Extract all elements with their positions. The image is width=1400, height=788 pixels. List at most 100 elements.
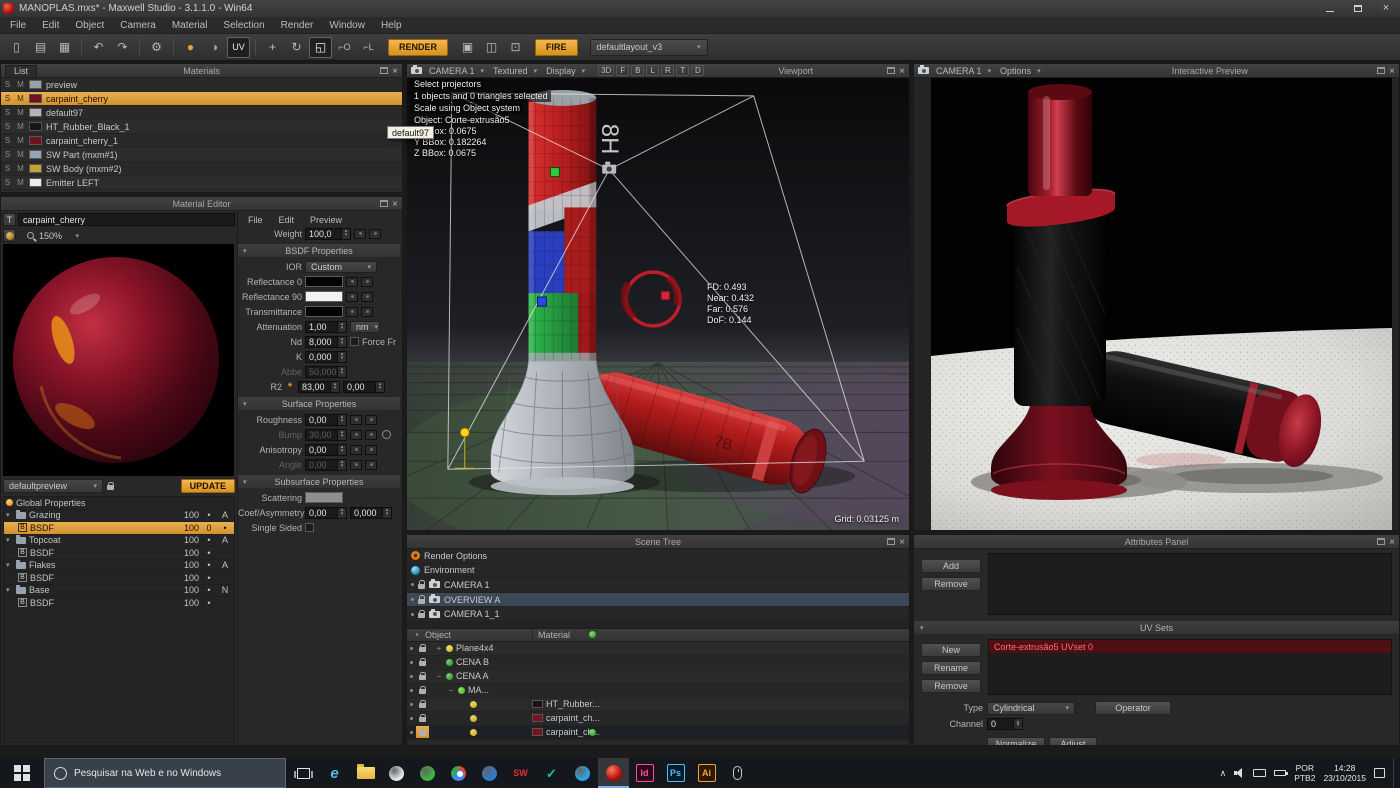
float-panel-icon[interactable] bbox=[887, 538, 895, 545]
layout-dropdown[interactable]: defaultlayout_v3 bbox=[590, 39, 708, 56]
anisotropy-texture-icon[interactable] bbox=[350, 445, 362, 455]
rotate-tool-icon[interactable]: ↻ bbox=[285, 37, 308, 58]
close-panel-icon[interactable] bbox=[1389, 66, 1395, 76]
green-app-icon[interactable] bbox=[412, 758, 443, 788]
scene-tree-item[interactable]: CAMERA 1 bbox=[407, 578, 909, 593]
float-panel-icon[interactable] bbox=[1377, 67, 1385, 74]
preview-ball-icon[interactable] bbox=[3, 229, 16, 242]
menu-edit[interactable]: Edit bbox=[34, 19, 67, 32]
uv-editor-icon[interactable]: UV bbox=[227, 37, 250, 58]
view-button-l[interactable]: L bbox=[646, 65, 659, 76]
solidworks-icon[interactable]: SW bbox=[505, 758, 536, 788]
viewport-canvas[interactable]: 7B bbox=[407, 78, 909, 530]
material-item[interactable]: SMcarpaint_cherry bbox=[1, 92, 402, 106]
scene-object-row[interactable]: −MA... bbox=[407, 684, 909, 698]
reflectance90-color-swatch[interactable] bbox=[305, 291, 343, 302]
lock-icon[interactable] bbox=[418, 613, 425, 618]
expander-icon[interactable]: + bbox=[435, 644, 443, 653]
selection-handle-red[interactable] bbox=[661, 291, 670, 300]
view-button-d[interactable]: D bbox=[691, 65, 704, 76]
scattering-color-swatch[interactable] bbox=[305, 492, 343, 503]
clock[interactable]: 14:28 23/10/2015 bbox=[1323, 763, 1366, 783]
layer-row[interactable]: Global Properties bbox=[4, 497, 234, 510]
lock-icon[interactable] bbox=[419, 675, 426, 680]
transmittance-texture-icon[interactable] bbox=[346, 307, 358, 317]
menu-render[interactable]: Render bbox=[273, 19, 322, 32]
lock-icon[interactable] bbox=[418, 584, 425, 589]
viewport-camera-dropdown[interactable]: CAMERA 1 bbox=[427, 66, 486, 76]
open-scene-icon[interactable]: ▤ bbox=[29, 37, 52, 58]
transmittance-color-swatch[interactable] bbox=[305, 306, 343, 317]
start-button[interactable] bbox=[0, 758, 44, 788]
lock-icon[interactable] bbox=[419, 717, 426, 722]
keyboard-icon[interactable] bbox=[1253, 769, 1266, 777]
r2-stepper2[interactable] bbox=[375, 382, 384, 392]
action-center-icon[interactable] bbox=[1374, 768, 1385, 778]
selection-handle-green[interactable] bbox=[550, 168, 559, 177]
material-item[interactable]: SMEmitter LEFT bbox=[1, 176, 402, 190]
layer-row[interactable]: BBSDF100• bbox=[4, 547, 234, 560]
attenuation-input[interactable]: 1,00 bbox=[306, 322, 337, 332]
redo-icon[interactable]: ↷ bbox=[111, 37, 134, 58]
menu-object[interactable]: Object bbox=[67, 19, 112, 32]
float-panel-icon[interactable] bbox=[887, 67, 895, 74]
anisotropy-stepper[interactable] bbox=[337, 445, 346, 455]
material-item[interactable]: SMpreview bbox=[1, 78, 402, 92]
language-indicator[interactable]: POR PTB2 bbox=[1294, 763, 1315, 783]
pivot-local-icon[interactable]: ⌐L bbox=[357, 37, 380, 58]
zoom-dropdown[interactable]: 150% bbox=[39, 231, 79, 241]
new-scene-icon[interactable]: ▯ bbox=[5, 37, 28, 58]
reflectance0-color-swatch[interactable] bbox=[305, 276, 343, 287]
layer-row[interactable]: ▾Flakes100•A bbox=[4, 560, 234, 573]
bump-input[interactable]: 30,00 bbox=[306, 430, 337, 440]
undo-icon[interactable]: ↶ bbox=[87, 37, 110, 58]
bump-texture2-icon[interactable] bbox=[365, 430, 377, 440]
move-tool-icon[interactable]: + bbox=[261, 37, 284, 58]
render-viewport-icon[interactable]: ⊡ bbox=[504, 37, 527, 58]
ior-dropdown[interactable]: Custom bbox=[305, 261, 377, 273]
layer-row[interactable]: ▾Grazing100•A bbox=[4, 510, 234, 523]
r2-input2[interactable]: 0,00 bbox=[344, 382, 375, 392]
show-desktop-button[interactable] bbox=[1393, 758, 1398, 788]
material-item[interactable]: SMSW Part (mxm#1) bbox=[1, 148, 402, 162]
reflectance0-texture-icon[interactable] bbox=[346, 277, 358, 287]
lock-icon[interactable] bbox=[419, 647, 426, 652]
asymmetry-input[interactable]: 0,000 bbox=[351, 508, 382, 518]
menu-help[interactable]: Help bbox=[373, 19, 410, 32]
selection-handle-blue[interactable] bbox=[537, 297, 546, 306]
pivot-object-icon[interactable]: ⌐O bbox=[333, 37, 356, 58]
layer-row[interactable]: BBSDF100• bbox=[4, 597, 234, 610]
attenuation-unit-dropdown[interactable]: nm bbox=[350, 321, 380, 333]
reflectance0-texture2-icon[interactable] bbox=[361, 277, 373, 287]
expander-icon[interactable]: ▾ bbox=[6, 511, 13, 519]
menu-material[interactable]: Material bbox=[164, 19, 216, 32]
import-scene-icon[interactable]: ▦ bbox=[53, 37, 76, 58]
scene-tree-item[interactable]: Render Options bbox=[407, 549, 909, 564]
attenuation-stepper[interactable] bbox=[337, 322, 346, 332]
material-item[interactable]: SMSW Body (mxm#2) bbox=[1, 162, 402, 176]
view-button-b[interactable]: B bbox=[631, 65, 644, 76]
task-view-icon[interactable] bbox=[288, 758, 319, 788]
scene-object-row[interactable]: CENA B bbox=[407, 656, 909, 670]
asymmetry-stepper[interactable] bbox=[382, 508, 391, 518]
r2-input[interactable]: 83,00 bbox=[299, 382, 330, 392]
roughness-texture-icon[interactable] bbox=[350, 415, 362, 425]
menu-window[interactable]: Window bbox=[321, 19, 373, 32]
subsurface-section-header[interactable]: Subsurface Properties bbox=[238, 475, 400, 488]
bsdf-section-header[interactable]: BSDF Properties bbox=[238, 244, 400, 257]
transmittance-texture2-icon[interactable] bbox=[361, 307, 373, 317]
layer-row[interactable]: BBSDF1000• bbox=[4, 522, 234, 535]
view-button-3d[interactable]: 3D bbox=[598, 65, 614, 76]
material-editor-menu-edit[interactable]: Edit bbox=[271, 215, 303, 225]
scale-tool-icon[interactable]: ◱ bbox=[309, 37, 332, 58]
expander-icon[interactable]: − bbox=[447, 686, 455, 695]
scene-object-row[interactable]: −CENA A bbox=[407, 670, 909, 684]
material-name-input[interactable]: carpaint_cherry bbox=[18, 213, 235, 226]
scene-object-row[interactable]: HT_Rubber... bbox=[407, 698, 909, 712]
material-item[interactable]: SMdefault97 bbox=[1, 106, 402, 120]
taskbar-search[interactable]: Pesquisar na Web e no Windows bbox=[44, 758, 286, 788]
close-panel-icon[interactable] bbox=[899, 537, 905, 547]
render-region-icon[interactable]: ▣ bbox=[456, 37, 479, 58]
file-explorer-icon[interactable] bbox=[350, 758, 381, 788]
view-button-t[interactable]: T bbox=[676, 65, 689, 76]
